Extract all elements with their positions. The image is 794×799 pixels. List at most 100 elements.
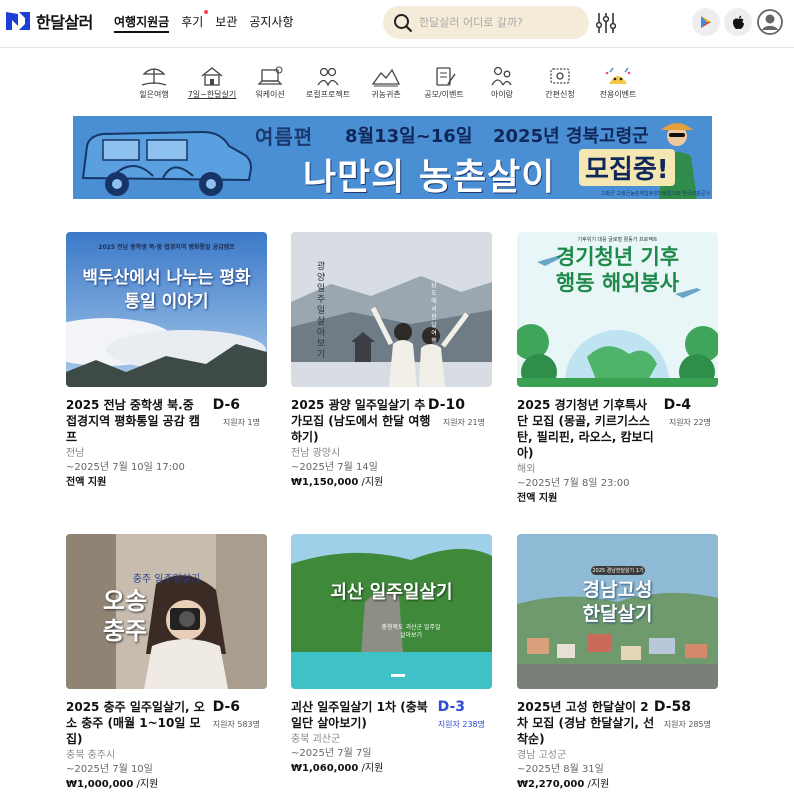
d-day-badge: D-10 (427, 397, 465, 413)
applicant-count: 지원자 238명 (437, 720, 485, 729)
search-input[interactable] (419, 16, 579, 29)
card-deadline: ~2025년 7월 10일 (66, 764, 153, 775)
card-deadline: ~2025년 7월 7일 (291, 748, 372, 759)
category-return-farming[interactable]: 귀농귀촌 (357, 64, 415, 100)
profile-button[interactable] (756, 8, 784, 36)
banner-footer: 고령군 고령군농촌체험휴양마을협의회 한국관광공사 (601, 191, 710, 197)
banner-season: 여름편 (255, 125, 314, 149)
card-body: 2025 충주 일주일살기, 오소 충주 (매월 1~10일 모집) D-6 지… (66, 699, 268, 792)
google-play-icon (701, 16, 711, 28)
card-body: 2025년 고성 한달살이 2차 모집 (경남 한달살기, 선착순) D-58 … (517, 699, 719, 792)
document-pen-icon (436, 67, 456, 86)
app-store-button[interactable] (724, 8, 752, 36)
program-card[interactable]: 2025 전남 중학생 북·중 접경지역 평화통일 공감캠프 백두산에서 나누는… (66, 232, 268, 490)
category-exclusive-event[interactable]: 전용이벤트 (589, 64, 647, 100)
thumbnail-title: 괴산 일주일살기 (330, 582, 453, 603)
applicant-count: 지원자 583명 (212, 720, 260, 729)
card-body: 2025 광양 일주일살기 추가모집 (남도에서 한달 여행하기) D-10 지… (291, 397, 493, 490)
card-title: 2025년 고성 한달살이 2차 모집 (경남 한달살기, 선착순) (517, 700, 655, 746)
family-icon (491, 66, 512, 86)
card-thumbnail: 기후위기 대응 글로벌 활동가 프로젝트 경기청년 기후행동 해외봉사 (517, 232, 718, 387)
card-region: 전남 (66, 448, 85, 459)
card-price: ₩1,060,000 /지원 (291, 763, 384, 774)
card-region: 충북 충주시 (66, 750, 116, 761)
nav-notices[interactable]: 공지사항 (249, 13, 293, 33)
laptop-icon (257, 66, 283, 85)
card-price: 전액 지원 (517, 493, 558, 504)
applicant-count: 지원자 22명 (668, 418, 711, 427)
category-contest-event[interactable]: 공모/이벤트 (415, 64, 473, 100)
search-icon (394, 13, 413, 32)
card-thumbnail: 2025 경남한달살기 1기 경남고성 한달살기 (517, 534, 718, 689)
thumbnail-title: 경기청년 기후행동 해외봉사 (555, 245, 680, 295)
thumbnail-title: 오송 충주 (102, 587, 148, 645)
nav-saved[interactable]: 보관 (215, 13, 237, 33)
category-with-kids[interactable]: 아이랑 (473, 64, 531, 100)
program-card[interactable]: 괴산 일주일살기 충청북도 괴산군 일주일 살아보기 괴산 일주일살기 1차 (… (291, 534, 493, 776)
banner-subtitle: 2025년 경북고령군 (493, 126, 649, 147)
mountain-icon (371, 68, 401, 87)
main-nav: 여행지원금 후기 보관 공지사항 (114, 10, 294, 33)
apple-icon (732, 15, 744, 29)
applicant-count: 지원자 285명 (663, 720, 711, 729)
card-region: 충북 괴산군 (291, 734, 341, 745)
top-header: 한달살러 여행지원금 후기 보관 공지사항 (0, 0, 794, 48)
card-thumbnail: 광양 일주일 살아보기 남도에서 한달 여행 (291, 232, 492, 387)
user-icon (757, 9, 783, 35)
d-day-badge: D-58 (653, 699, 691, 715)
applicant-count: 지원자 1명 (222, 418, 260, 427)
card-region: 경남 고성군 (517, 750, 567, 761)
card-title: 2025 충주 일주일살기, 오소 충주 (매월 1~10일 모집) (66, 700, 205, 746)
card-price: ₩2,270,000 /지원 (517, 779, 610, 790)
easy-apply-icon (550, 68, 570, 84)
filter-icon[interactable] (596, 12, 616, 34)
d-day-badge: D-6 (212, 699, 240, 715)
nav-reviews[interactable]: 후기 (181, 10, 209, 33)
category-healing-trip[interactable]: 힐은여행 (125, 64, 183, 100)
card-title: 2025 전남 중학생 북.중 접경지역 평화통일 공감 캠프 (66, 398, 200, 444)
google-play-button[interactable] (692, 8, 720, 36)
category-workation[interactable]: 워케이션 (241, 64, 299, 100)
river-cliff-image (291, 534, 492, 689)
banner-title: 나만의 농촌살이 (303, 157, 556, 198)
banner-badge: 모집중! (579, 149, 675, 186)
banner-dates: 8월13일~16일 (345, 126, 473, 147)
card-title: 2025 경기청년 기후특사단 모집 (몽골, 키르기스스탄, 필리핀, 라오스… (517, 398, 654, 460)
program-card[interactable]: 광양 일주일 살아보기 남도에서 한달 여행 2025 광양 일주일살기 추가모… (291, 232, 493, 490)
card-thumbnail: 괴산 일주일살기 충청북도 괴산군 일주일 살아보기 (291, 534, 492, 689)
card-deadline: ~2025년 7월 8일 23:00 (517, 478, 630, 489)
card-deadline: ~2025년 7월 14일 (291, 462, 378, 473)
search-bar[interactable] (383, 6, 589, 39)
logo[interactable]: 한달살러 (6, 9, 93, 33)
card-title: 2025 광양 일주일살기 추가모집 (남도에서 한달 여행하기) (291, 398, 431, 444)
promo-banner[interactable]: 여름편 8월13일~16일 2025년 경북고령군 나만의 농촌살이 모집중! … (73, 116, 712, 199)
card-price: ₩1,000,000 /지원 (66, 779, 159, 790)
party-icon (605, 67, 631, 84)
nav-travel-grant[interactable]: 여행지원금 (114, 13, 170, 33)
thumbnail-title: 경남고성 한달살기 (582, 579, 653, 625)
d-day-badge: D-6 (212, 397, 240, 413)
card-region: 전남 광양시 (291, 448, 341, 459)
card-price: ₩1,150,000 /지원 (291, 477, 384, 488)
category-week-month-stay[interactable]: 7일~한달살기 (183, 64, 241, 100)
category-easy-apply[interactable]: 간편신청 (531, 64, 589, 100)
card-body: 2025 경기청년 기후특사단 모집 (몽골, 키르기스스탄, 필리핀, 라오스… (517, 397, 719, 506)
thumbnail-title: 백두산에서 나누는 평화통일 이야기 (82, 268, 251, 312)
card-title: 괴산 일주일살기 1차 (충북 일단 살아보기) (291, 700, 428, 730)
card-deadline: ~2025년 7월 10일 17:00 (66, 462, 185, 473)
program-card[interactable]: 기후위기 대응 글로벌 활동가 프로젝트 경기청년 기후행동 해외봉사 2025… (517, 232, 719, 506)
program-card[interactable]: 충주 일주일살기 오송 충주 2025 충주 일주일살기, 오소 충주 (매월 … (66, 534, 268, 792)
d-day-badge: D-3 (437, 699, 465, 715)
card-body: 2025 전남 중학생 북.중 접경지역 평화통일 공감 캠프 D-6 지원자 … (66, 397, 268, 490)
category-bar: 힐은여행 7일~한달살기 워케이션 로컬프로젝트 귀농귀촌 공모/이벤트 아이랑… (125, 64, 647, 100)
beach-umbrella-icon (141, 68, 167, 86)
card-deadline: ~2025년 8월 31일 (517, 764, 604, 775)
card-body: 괴산 일주일살기 1차 (충북 일단 살아보기) D-3 지원자 238명 충북… (291, 699, 493, 776)
applicant-count: 지원자 21명 (442, 418, 485, 427)
category-local-project[interactable]: 로컬프로젝트 (299, 64, 357, 100)
people-icon (317, 67, 339, 87)
logo-text: 한달살러 (36, 13, 93, 32)
logo-mark-icon (6, 12, 30, 30)
house-icon (201, 67, 223, 86)
program-card[interactable]: 2025 경남한달살기 1기 경남고성 한달살기 2025년 고성 한달살이 2… (517, 534, 719, 792)
